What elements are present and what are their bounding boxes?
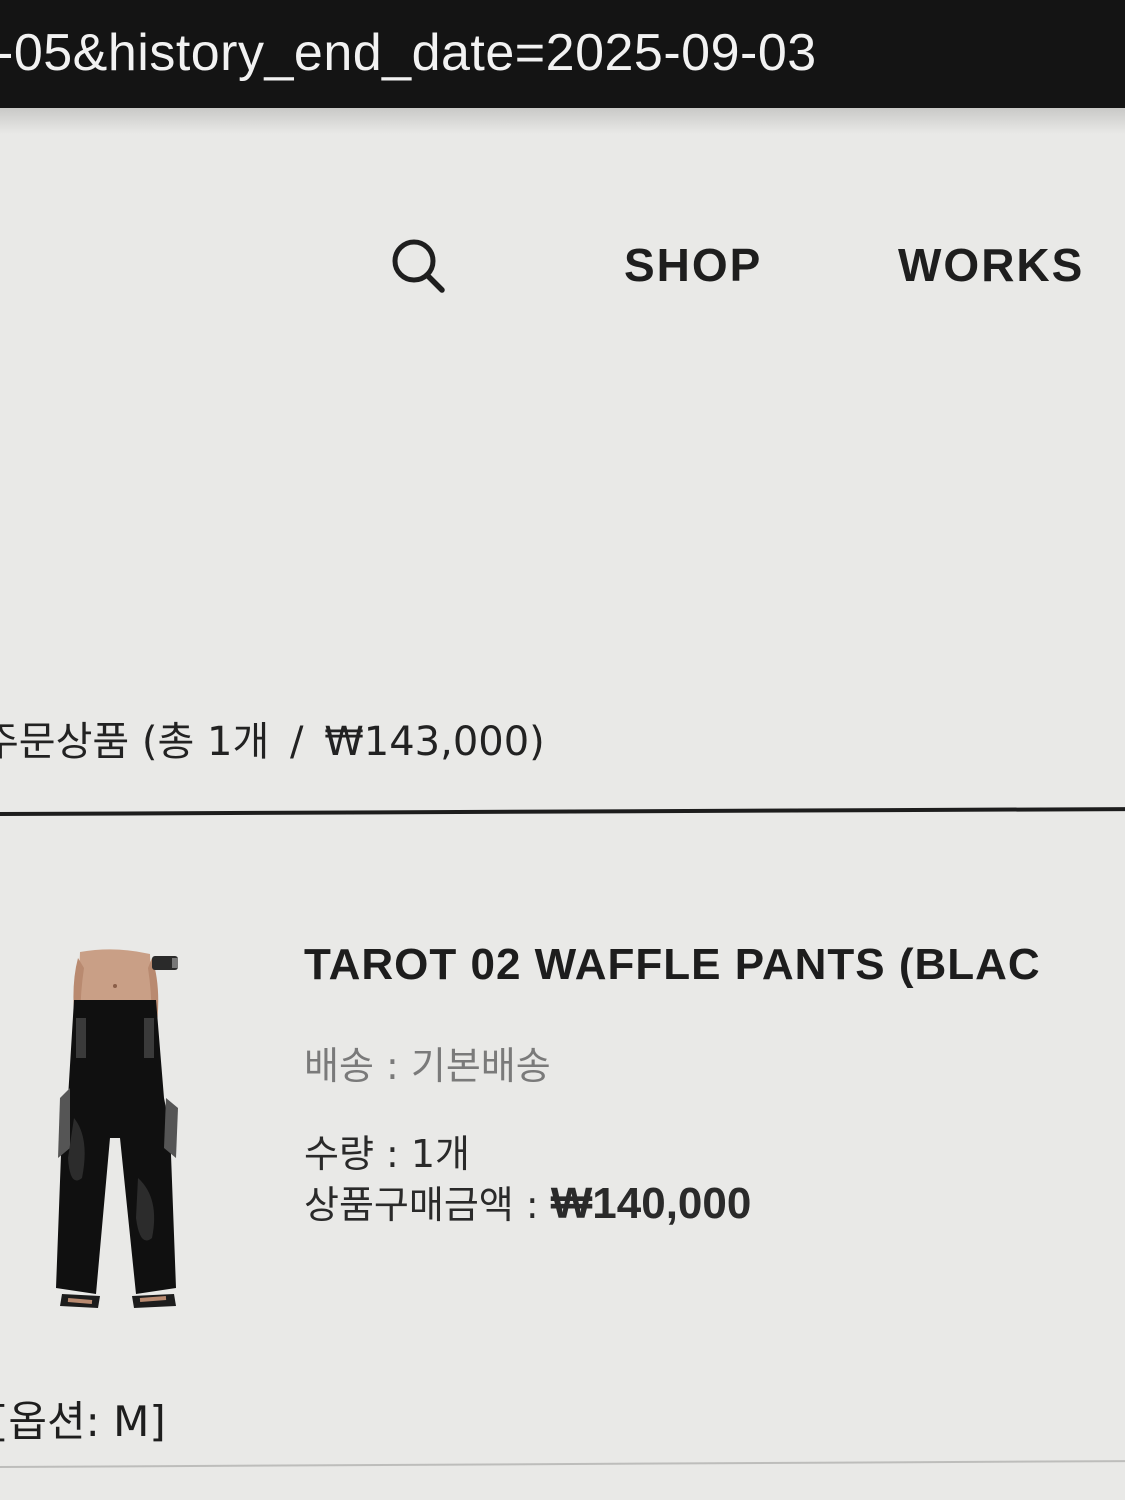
product-name-link[interactable]: TAROT 02 WAFFLE PANTS (BLAC [304,938,1041,992]
purchase-amount: 상품구매금액 : ₩140,000 [304,1180,751,1229]
product-thumbnail[interactable] [40,948,190,1318]
browser-url-bar[interactable]: -05&history_end_date=2025-09-03 [0,0,1125,108]
product-option: [옵션: M] [0,1397,166,1446]
nav-shop-link[interactable]: SHOP [624,238,762,292]
shipping-info: 배송 : 기본배송 [304,1044,551,1088]
search-icon-graphic [392,239,445,293]
section-divider [0,806,1125,816]
nav-works-link[interactable]: WORKS [898,238,1084,292]
product-thumbnail-black-pants [56,949,178,1308]
purchase-amount-label: 상품구매금액 : [304,1183,539,1227]
url-text[interactable]: -05&history_end_date=2025-09-03 [0,22,817,84]
order-item-count: (총 1개 [141,719,270,765]
summary-separator: / [290,719,304,765]
order-detail-page: -05&history_end_date=2025-09-03 SHOP WOR… [0,0,1125,1500]
search-icon[interactable] [386,234,450,298]
row-divider [0,1459,1125,1468]
quantity-info: 수량 : 1개 [304,1132,471,1176]
purchase-amount-value: ₩140,000 [550,1179,752,1228]
order-total-amount: ₩143,000) [324,719,545,765]
order-items-label: 주문상품 [0,719,130,765]
order-items-summary: 주문상품 (총 1개 / ₩143,000) [0,716,545,768]
toolbar-shadow [0,108,1125,134]
